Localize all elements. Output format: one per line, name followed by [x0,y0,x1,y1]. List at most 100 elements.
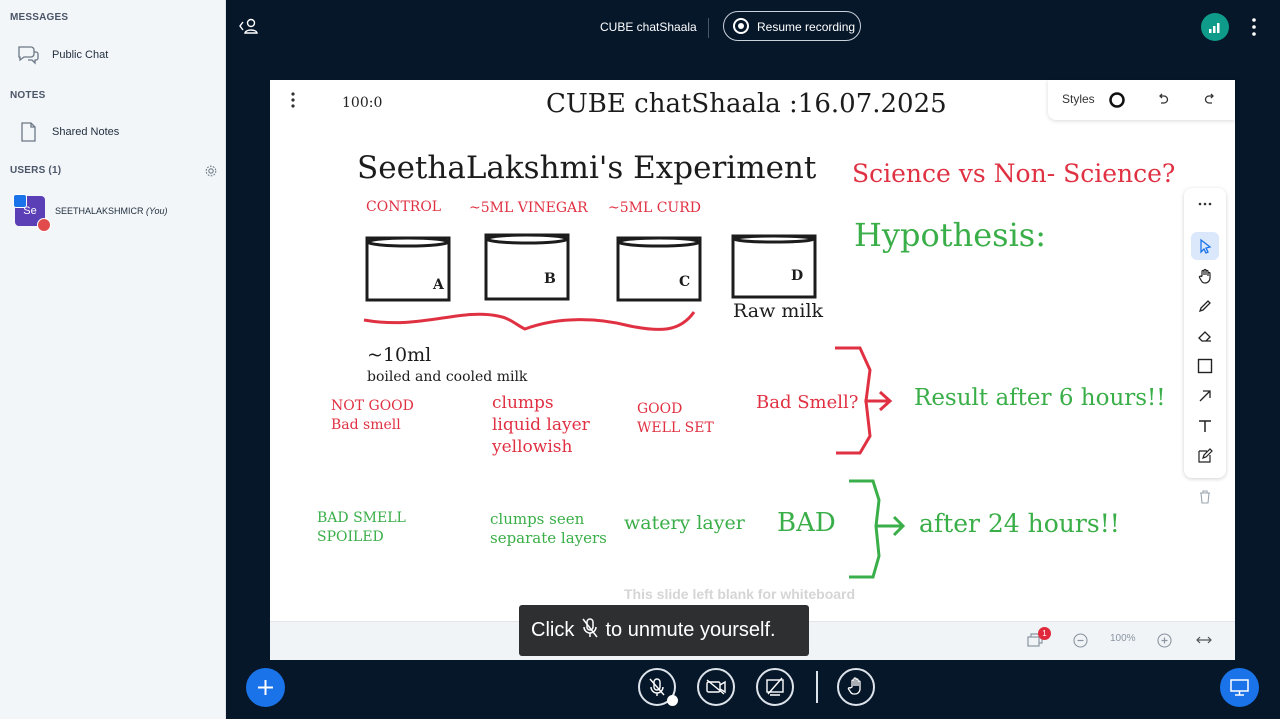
muted-icon [37,218,51,232]
select-tool[interactable] [1191,232,1219,260]
sidebar: MESSAGES Public Chat NOTES Shared Notes … [0,0,226,719]
r24-b-line2: separate layers [490,529,607,547]
rectangle-icon [1197,358,1213,374]
hand-icon [847,677,861,695]
public-chat-item[interactable]: Public Chat [0,38,225,72]
shared-notes-item[interactable]: Shared Notes [0,115,225,149]
screenshare-button[interactable] [756,668,794,706]
user-name: SEETHALAKSHMICR (You) [55,206,168,216]
redo-icon[interactable] [1203,92,1217,106]
r6-c-line1: GOOD [637,401,683,417]
eraser-icon [1198,331,1211,342]
stroke-style-icon[interactable] [1108,91,1126,109]
text-icon [1199,420,1211,432]
messages-section-title: MESSAGES [10,12,69,23]
sticky-note-icon [1198,448,1213,463]
chat-icon [18,46,39,65]
divider [708,18,709,38]
options-menu-icon[interactable] [1250,16,1258,38]
hand-icon [1198,268,1211,284]
notification-count: 1 [1042,629,1047,638]
r6-c-line2: WELL SET [637,420,714,436]
styles-button[interactable]: Styles [1062,92,1095,106]
trash-icon[interactable] [1199,490,1211,504]
cursor-icon [1200,238,1212,254]
presentation-icon [1230,679,1249,696]
resume-recording-button[interactable]: Resume recording [723,11,861,41]
toast-text-after: to unmute yourself. [605,619,776,641]
record-icon [733,18,749,34]
jar-d-label: D [791,268,804,284]
top-bar: CUBE chatShaala Resume recording [226,0,1280,56]
r24-d-text: BAD [777,508,836,538]
undo-icon[interactable] [1156,92,1170,106]
screenshare-off-icon [766,677,784,696]
r6-b-line3: yellowish [492,437,573,457]
r6-b-line1: clumps [492,393,554,413]
pencil-icon [1198,300,1211,313]
public-chat-label: Public Chat [52,49,109,61]
unmute-toast: Click to unmute yourself. [519,605,809,656]
text-tool[interactable] [1191,412,1219,440]
ellipsis-icon [1198,202,1212,206]
you-tag: (You) [146,206,168,216]
user-list-item[interactable]: Se SEETHALAKSHMICR (You) [0,194,225,232]
connection-status-button[interactable] [1201,13,1229,41]
actions-button[interactable] [246,668,285,707]
raise-hand-button[interactable] [837,668,875,706]
bottom-bar [226,659,1280,719]
blank-slide-note: This slide left blank for whiteboard [624,586,856,602]
zoom-in-icon[interactable] [1157,633,1172,648]
result-24h: after 24 hours!! [919,509,1120,538]
styles-panel: Styles [1048,80,1235,120]
audio-options-icon[interactable] [667,695,678,706]
r6-a-line1: NOT GOOD [331,398,414,414]
volume-label: ~10ml [367,344,432,366]
hand-tool[interactable] [1191,262,1219,290]
result-6h: Result after 6 hours!! [914,385,1166,411]
r24-b-line1: clumps seen [490,510,585,528]
zoom-out-icon[interactable] [1073,633,1088,648]
jar-a-label: A [433,277,444,293]
notes-icon [21,122,36,142]
record-label: Resume recording [757,20,856,34]
jar-c-label: C [679,274,691,290]
jar-b-label: B [544,271,556,287]
r6-a-line2: Bad smell [331,417,401,433]
meeting-title: CUBE chatShaala [600,20,697,34]
notes-section-title: NOTES [10,90,46,101]
r24-c-text: watery layer [624,512,745,534]
fit-width-icon[interactable] [1196,634,1212,646]
eraser-tool[interactable] [1191,322,1219,350]
plus-icon [258,680,273,695]
arrow-tool[interactable] [1191,382,1219,410]
r6-b-line2: liquid layer [492,415,590,435]
zoom-percentage[interactable]: 100% [1110,633,1136,644]
more-tools-button[interactable] [1191,190,1219,218]
toggle-userlist-icon[interactable] [238,16,260,36]
r24-a-line2: SPOILED [317,529,384,545]
presentation-button[interactable] [1220,668,1259,707]
signal-icon [1209,23,1220,33]
pencil-tool[interactable] [1191,292,1219,320]
unmute-button[interactable] [638,668,678,706]
milk-description: boiled and cooled milk [367,369,528,385]
rectangle-tool[interactable] [1191,352,1219,380]
user-name-text: SEETHALAKSHMICR [55,206,144,216]
toast-text-before: Click [531,619,575,641]
muted-mic-icon [582,618,598,638]
divider [816,671,818,703]
camera-button[interactable] [697,668,735,706]
r6-d-text: Bad Smell? [756,392,859,413]
users-section-title: USERS (1) [10,165,62,176]
notification-badge: 1 [1038,627,1051,640]
whiteboard[interactable]: 100:0 CUBE chatShaala :16.07.2025 Seetha… [270,80,1235,660]
presenter-badge-icon [13,194,27,208]
raw-milk-label: Raw milk [733,300,824,322]
camera-off-icon [706,679,726,695]
shared-notes-label: Shared Notes [52,126,120,138]
arrow-icon [1199,390,1211,402]
gear-icon[interactable] [204,164,218,178]
note-tool[interactable] [1191,442,1219,470]
drawing-toolbar [1184,188,1226,478]
